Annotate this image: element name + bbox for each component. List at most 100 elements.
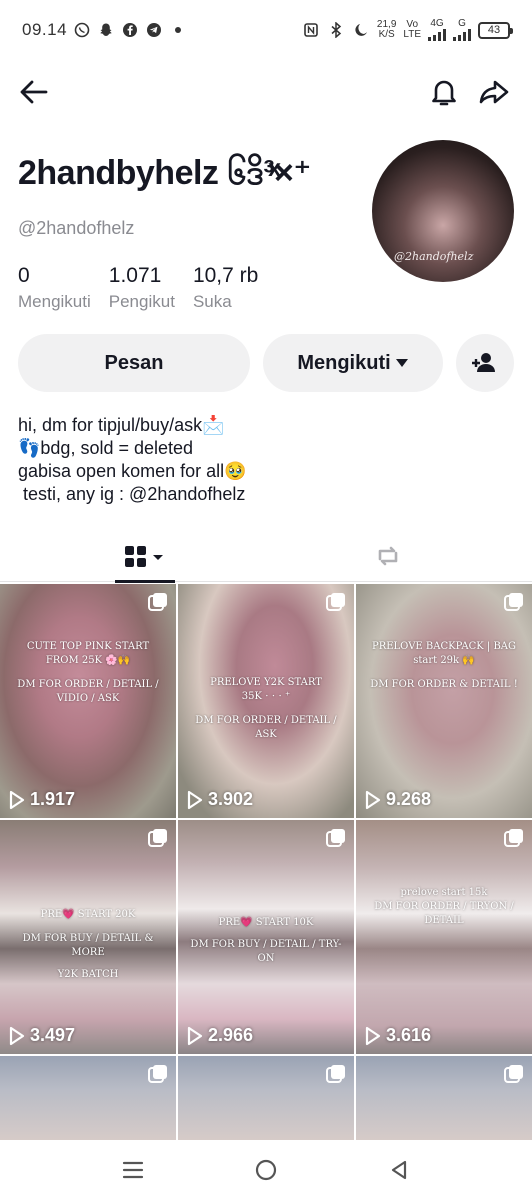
video-caption: PRELOVE Y2K START 35K ⋅ ⋅ ⋅ ⁺ DM FOR ORD… <box>178 676 354 742</box>
caret-down-icon <box>395 359 408 367</box>
signal-bars-icon <box>428 29 446 41</box>
caption-line: DM FOR ORDER / DETAIL / <box>17 679 159 690</box>
caption-line: CUTE TOP PINK START <box>26 641 150 652</box>
multi-photo-icon <box>504 1065 523 1083</box>
play-icon <box>365 790 381 809</box>
profile-bio: hi, dm for tipjul/buy/ask📩 👣bdg, sold = … <box>18 414 247 506</box>
notification-dot-icon <box>169 21 187 39</box>
profile-stats: 0 Mengikuti 1.071 Pengikut 10,7 rb Suka <box>18 264 276 312</box>
play-icon <box>187 790 203 809</box>
system-back-button[interactable] <box>383 1154 415 1186</box>
view-count: 9.268 <box>364 789 431 810</box>
caption-line: PRE💗 START 20K <box>40 909 136 920</box>
stat-followers-label: Pengikut <box>108 292 175 311</box>
net-4g-label: 4G <box>430 18 444 29</box>
bio-line: testi, any ig : @2handofhelz <box>18 484 246 504</box>
stat-likes-label: Suka <box>192 292 232 311</box>
play-icon <box>9 1026 25 1045</box>
caption-line: 35K ⋅ ⋅ ⋅ ⁺ <box>241 691 291 702</box>
notification-bell-button[interactable] <box>426 74 462 110</box>
view-count-value: 9.268 <box>386 789 432 809</box>
snapchat-icon <box>97 21 115 39</box>
caption-line: PRELOVE Y2K START <box>210 677 322 688</box>
view-count-value: 3.902 <box>208 789 254 809</box>
signal-4g: 4G <box>428 19 446 41</box>
signal-bars-icon-2 <box>453 29 471 41</box>
avatar[interactable]: @2handofhelz <box>372 140 514 282</box>
stat-following-label: Mengikuti <box>18 292 91 311</box>
network-speed-unit: K/S <box>378 29 395 40</box>
view-count: 3.902 <box>186 789 253 810</box>
multi-photo-icon <box>326 829 345 847</box>
tab-videos[interactable] <box>115 530 175 583</box>
signal-g: G <box>453 19 471 41</box>
bio-line: hi, dm for tipjul/buy/ask📩 <box>18 415 225 435</box>
stat-followers-count: 1.071 <box>108 264 162 287</box>
video-caption: PRE💗 START 20K DM FOR BUY / DETAIL & MOR… <box>0 908 176 982</box>
bio-line: 👣bdg, sold = deleted <box>18 438 194 458</box>
arrow-left-icon <box>20 80 48 104</box>
bluetooth-icon <box>327 21 345 39</box>
video-thumbnail[interactable] <box>356 1056 532 1140</box>
recent-apps-button[interactable] <box>117 1154 149 1186</box>
nfc-icon <box>302 21 320 39</box>
video-thumbnail[interactable]: PRELOVE BACKPACK | BAG start 29k 🙌 DM FO… <box>356 584 532 818</box>
caption-line: VIDIO / ASK <box>56 693 120 704</box>
telegram-icon <box>145 21 163 39</box>
view-count-value: 1.917 <box>30 789 76 809</box>
back-button[interactable] <box>16 74 52 110</box>
do-not-disturb-moon-icon <box>352 21 370 39</box>
following-button-label: Mengikuti <box>297 351 391 374</box>
top-bar <box>0 68 532 116</box>
profile-display-name: 2handbyhelz ၆ဒိ³ͯ×⁺ <box>18 154 311 192</box>
avatar-watermark: @2handofhelz <box>394 250 474 263</box>
profile-actions: Pesan Mengikuti <box>18 334 518 392</box>
status-time: 09.14 <box>22 20 68 39</box>
lte-label: LTE <box>403 29 421 40</box>
caption-line: DM FOR ORDER / DETAIL / ASK <box>195 715 337 740</box>
view-count: 3.616 <box>364 1025 431 1046</box>
multi-photo-icon <box>326 1065 345 1083</box>
message-button[interactable]: Pesan <box>18 334 250 392</box>
video-thumbnail[interactable]: PRE💗 START 10K DM FOR BUY / DETAIL / TRY… <box>178 820 354 1054</box>
facebook-icon <box>121 21 139 39</box>
caption-line: prelove start 15k <box>400 887 488 898</box>
stat-following-count: 0 <box>18 264 30 287</box>
stat-likes-count: 10,7 rb <box>192 264 259 287</box>
status-left: 09.14 <box>22 20 187 40</box>
multi-photo-icon <box>148 593 167 611</box>
net-g-label: G <box>458 18 466 29</box>
view-count-value: 2.966 <box>208 1025 254 1045</box>
battery-icon: 43 <box>478 21 513 39</box>
video-thumbnail[interactable] <box>0 1056 176 1140</box>
stat-likes[interactable]: 10,7 rb Suka <box>193 264 258 312</box>
message-button-label: Pesan <box>104 351 164 374</box>
following-button[interactable]: Mengikuti <box>263 334 443 392</box>
multi-photo-icon <box>148 829 167 847</box>
share-button[interactable] <box>476 74 512 110</box>
volte-indicator: Vo LTE <box>403 20 421 40</box>
caption-line: DM FOR BUY / DETAIL & <box>22 933 154 944</box>
video-thumbnail[interactable] <box>178 1056 354 1140</box>
caption-line: MORE <box>71 947 105 958</box>
view-count-value: 3.616 <box>386 1025 432 1045</box>
video-thumbnail[interactable]: PRE💗 START 20K DM FOR BUY / DETAIL & MOR… <box>0 820 176 1054</box>
stat-following[interactable]: 0 Mengikuti <box>18 264 91 312</box>
caption-line: DM FOR ORDER / TRYON / DETAIL <box>374 901 514 926</box>
view-count: 3.497 <box>8 1025 75 1046</box>
view-count: 2.966 <box>186 1025 253 1046</box>
tab-reposts[interactable] <box>358 530 418 582</box>
status-right: 21,9 K/S Vo LTE 4G G 43 <box>302 19 513 41</box>
video-caption: CUTE TOP PINK START FROM 25K 🌸🙌 DM FOR O… <box>0 640 176 706</box>
view-count: 1.917 <box>8 789 75 810</box>
suggested-accounts-button[interactable] <box>456 334 514 392</box>
stat-followers[interactable]: 1.071 Pengikut <box>109 264 175 312</box>
share-arrow-icon <box>479 80 509 104</box>
menu-lines-icon <box>122 1161 144 1179</box>
video-thumbnail[interactable]: PRELOVE Y2K START 35K ⋅ ⋅ ⋅ ⁺ DM FOR ORD… <box>178 584 354 818</box>
multi-photo-icon <box>504 829 523 847</box>
home-button[interactable] <box>250 1154 282 1186</box>
video-thumbnail[interactable]: CUTE TOP PINK START FROM 25K 🌸🙌 DM FOR O… <box>0 584 176 818</box>
video-thumbnail[interactable]: prelove start 15k DM FOR ORDER / TRYON /… <box>356 820 532 1054</box>
play-icon <box>187 1026 203 1045</box>
